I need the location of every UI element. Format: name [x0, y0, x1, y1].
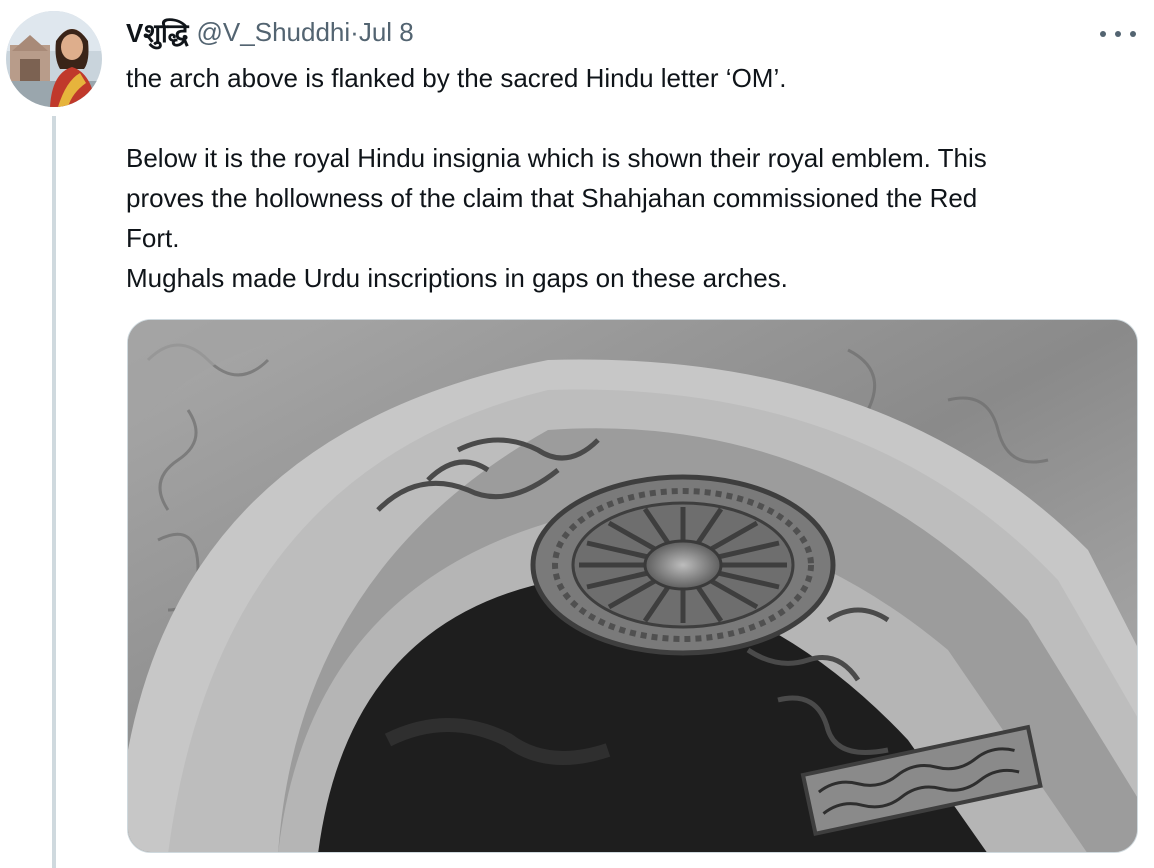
tweet-text-line: Below it is the royal Hindu insignia whi… [126, 143, 987, 173]
sun-emblem [530, 474, 836, 656]
avatar[interactable] [6, 11, 102, 107]
more-dot [1130, 31, 1136, 37]
avatar-image [6, 11, 102, 107]
tweet-text-line: Mughals made Urdu inscriptions in gaps o… [126, 263, 788, 293]
display-name[interactable]: Vशुद्धि [126, 14, 189, 50]
arch-photo [128, 320, 1137, 852]
meta-separator: · [350, 16, 359, 47]
tweet-text-line: the arch above is flanked by the sacred … [126, 63, 787, 93]
timestamp[interactable]: Jul 8 [359, 17, 414, 48]
more-dot [1115, 31, 1121, 37]
tweet-media-photo[interactable] [127, 319, 1138, 853]
more-horizontal-icon[interactable] [1100, 28, 1136, 40]
tweet-text-line: Fort. [126, 223, 180, 253]
tweet-text-line: proves the hollowness of the claim that … [126, 183, 978, 213]
handle[interactable]: @V_Shuddhi [197, 17, 351, 48]
tweet-text: the arch above is flanked by the sacred … [126, 58, 1136, 298]
thread-line [52, 116, 56, 868]
more-dot [1100, 31, 1106, 37]
tweet-header: Vशुद्धि @V_Shuddhi · Jul 8 [126, 14, 414, 50]
